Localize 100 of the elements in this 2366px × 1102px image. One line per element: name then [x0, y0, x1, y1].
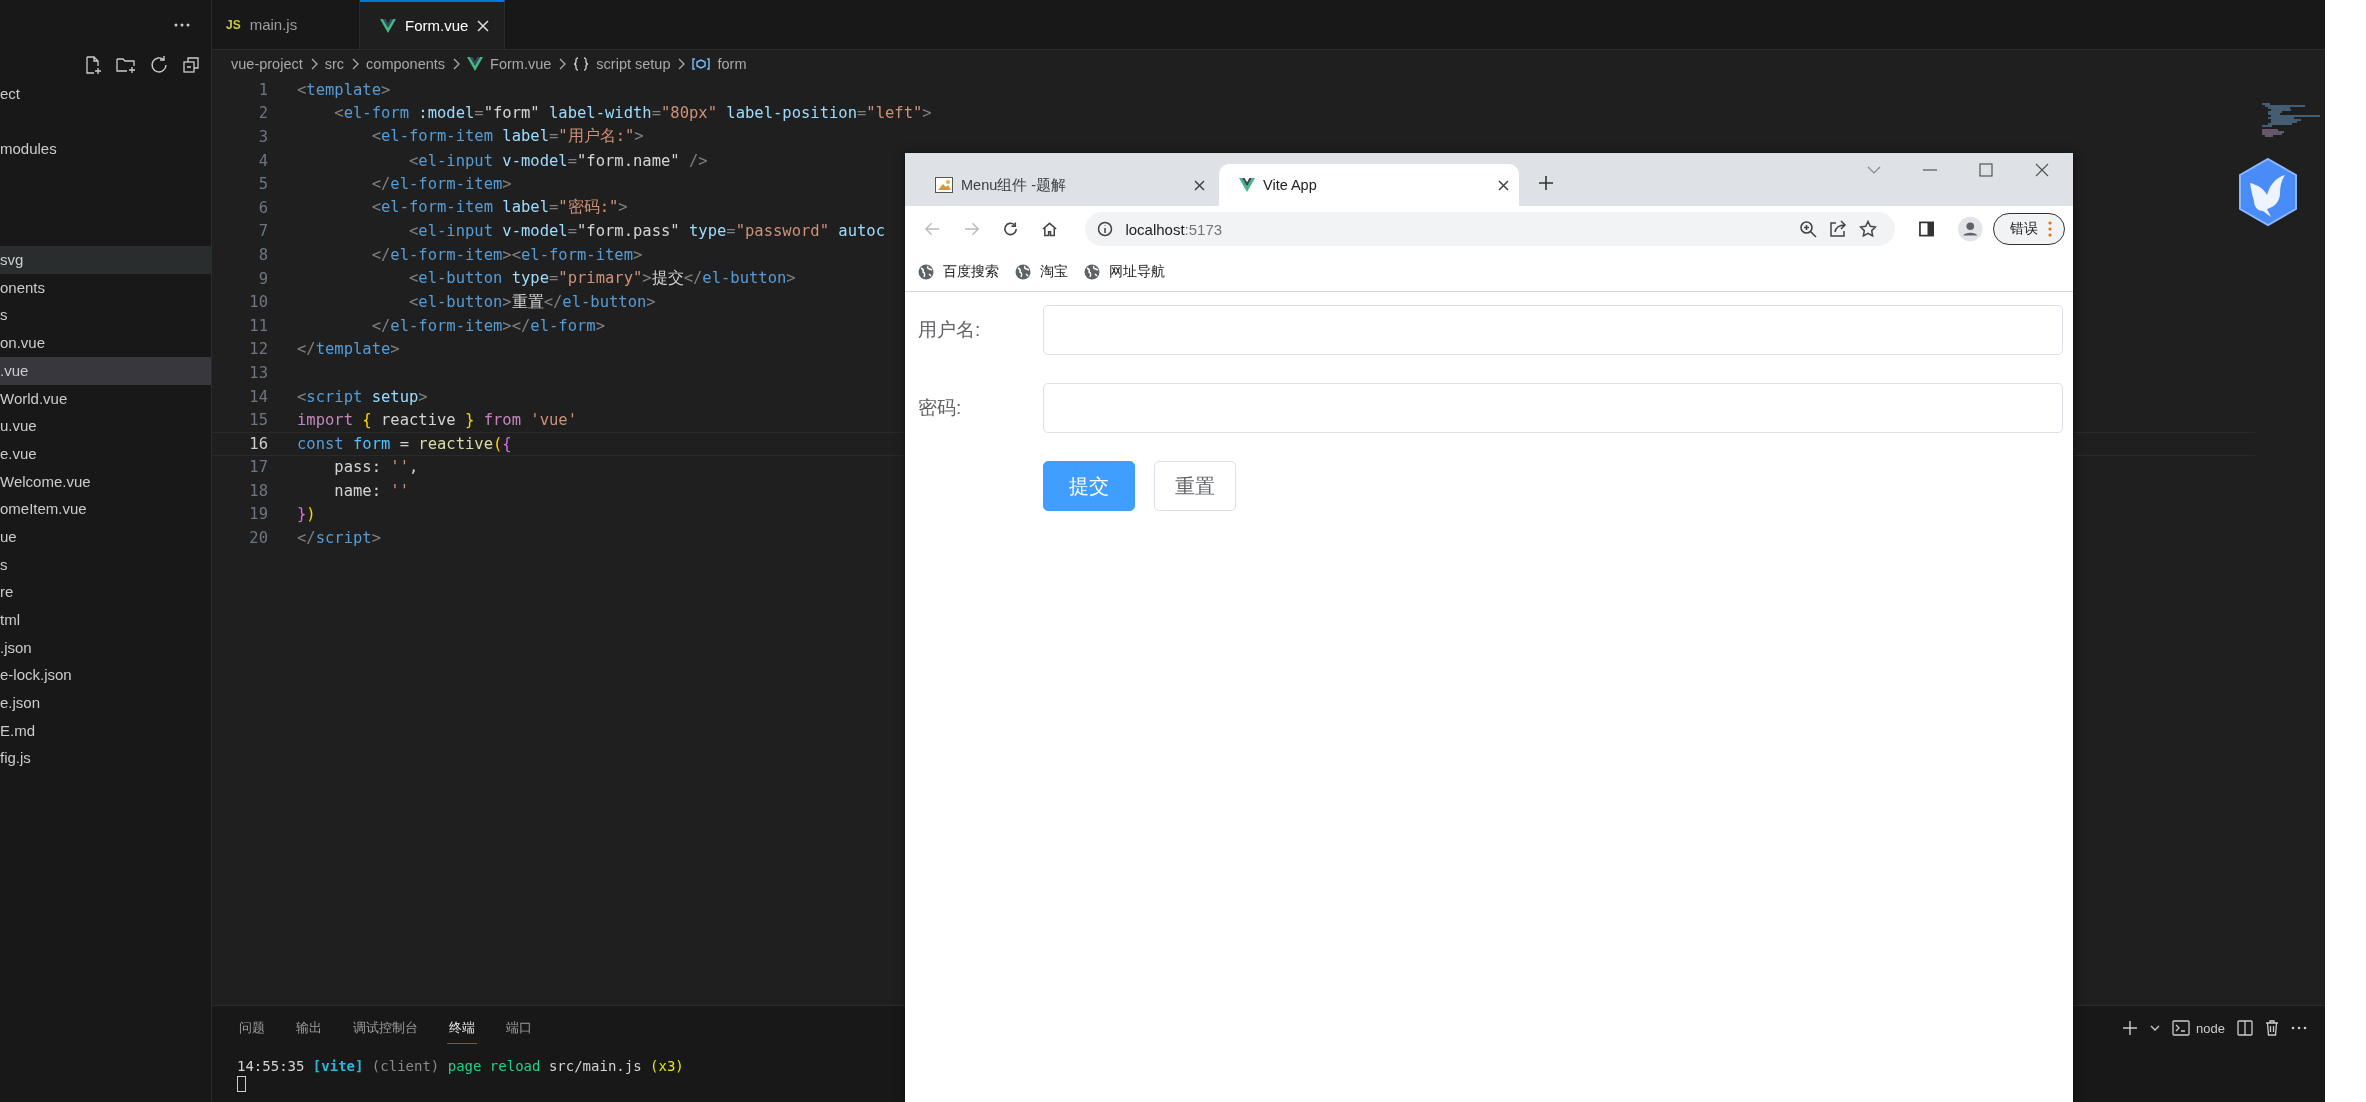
file-tree-item[interactable]: ue — [0, 522, 211, 551]
chevron-icon — [558, 58, 567, 70]
file-tree-item[interactable]: modules — [0, 135, 211, 164]
terminal-name[interactable]: node — [2196, 1020, 2225, 1036]
input-field[interactable] — [1043, 383, 2063, 433]
file-tree-item[interactable]: ect — [0, 80, 211, 108]
code-line: <el-button>重置</el-button> — [407, 291, 656, 313]
code-line: <el-button type="primary">提交</el-button> — [407, 268, 796, 290]
file-tree-item[interactable]: s — [0, 301, 211, 330]
panel-tab[interactable]: 端口 — [504, 1012, 534, 1044]
code-line: </template> — [297, 340, 400, 359]
file-tree-item[interactable]: .json — [0, 633, 211, 662]
terminal-icon — [2172, 1020, 2191, 1036]
collapse-icon[interactable] — [181, 55, 201, 75]
code-line: <el-form-item label="用户名:"> — [370, 126, 644, 148]
bookmark-link[interactable]: 百度搜索 — [943, 262, 999, 281]
breadcrumb-item[interactable]: form — [717, 56, 747, 72]
code-line: }) — [297, 505, 316, 524]
new-file-icon[interactable] — [83, 55, 103, 75]
form-label: 用户名: — [918, 318, 982, 342]
vue-favicon-icon — [1239, 178, 1255, 192]
file-tree-item[interactable]: tml — [0, 606, 211, 634]
refresh-icon[interactable] — [149, 55, 169, 75]
line-number: 6 — [257, 198, 268, 217]
star-icon[interactable] — [1859, 220, 1878, 238]
panel-tab[interactable]: 调试控制台 — [351, 1012, 420, 1044]
vue-file-icon — [467, 57, 484, 71]
bookmark-link[interactable]: 淘宝 — [1040, 262, 1068, 281]
browser-tab[interactable]: Vite App — [1219, 164, 1519, 206]
breadcrumb-item[interactable]: components — [366, 56, 446, 72]
breadcrumb-item[interactable]: src — [324, 56, 345, 72]
bookmark-link[interactable]: 网址导航 — [1109, 262, 1165, 281]
code-line: name: '' — [333, 481, 409, 500]
code-line: </el-form-item></el-form> — [370, 316, 605, 335]
browser-tab[interactable]: Menu组件 -题解 — [925, 164, 1215, 206]
address-bar[interactable]: localhost:5173 — [1085, 212, 1896, 246]
code-line: </el-form-item> — [370, 175, 512, 194]
editor-tab[interactable]: Form.vue — [360, 0, 505, 49]
file-tree-item[interactable]: World.vue — [0, 384, 211, 413]
breadcrumb-item[interactable]: script setup — [596, 56, 671, 72]
file-tree-item[interactable]: E.md — [0, 716, 211, 745]
file-tree-item[interactable]: .vue — [0, 356, 211, 385]
line-number: 9 — [257, 269, 268, 288]
more-icon[interactable] — [2291, 1026, 2307, 1030]
maximize-icon[interactable] — [1979, 163, 1993, 177]
form-label: 密码: — [918, 396, 963, 420]
file-tree-item[interactable]: e.vue — [0, 439, 211, 468]
split-icon[interactable] — [2237, 1020, 2253, 1036]
file-tree-item[interactable]: svg — [0, 246, 211, 274]
file-tree-item[interactable]: on.vue — [0, 329, 211, 357]
new-folder-icon[interactable] — [115, 55, 137, 75]
line-number: 20 — [248, 529, 268, 548]
panel-tab[interactable]: 终端 — [447, 1012, 477, 1044]
file-tree-item[interactable]: e-lock.json — [0, 661, 211, 690]
line-number: 4 — [257, 151, 268, 170]
add-icon[interactable] — [2122, 1020, 2139, 1036]
share-icon[interactable] — [1829, 220, 1848, 238]
line-number: 12 — [248, 340, 268, 359]
profile-error-button[interactable]: 错误 — [1993, 213, 2065, 245]
code-line: const form = reactive({ — [297, 434, 512, 453]
line-number: 17 — [248, 458, 268, 477]
file-tree-item[interactable]: omeItem.vue — [0, 495, 211, 523]
globe-icon — [1084, 263, 1100, 280]
line-number: 19 — [248, 505, 268, 524]
breadcrumb-item[interactable]: Form.vue — [490, 56, 552, 72]
file-tree-item[interactable]: s — [0, 550, 211, 579]
line-number: 1 — [257, 80, 268, 99]
code-line: <script setup> — [297, 387, 428, 406]
info-icon[interactable] — [1097, 221, 1114, 237]
panel-tab[interactable]: 输出 — [294, 1012, 324, 1044]
close-icon[interactable] — [1194, 179, 1205, 191]
zoom-icon[interactable] — [1799, 220, 1818, 238]
breadcrumb-item[interactable]: vue-project — [231, 56, 303, 72]
panel-tab[interactable]: 问题 — [237, 1012, 267, 1044]
side-panel-icon[interactable] — [1919, 221, 1935, 237]
variable-icon — [692, 57, 711, 71]
line-number: 13 — [248, 363, 268, 382]
menu-dots-icon — [2048, 221, 2052, 237]
vue-file-icon — [380, 18, 396, 33]
reset-button[interactable]: 重置 — [1154, 461, 1236, 511]
file-tree-item[interactable]: e.json — [0, 689, 211, 717]
file-tree-item[interactable]: re — [0, 578, 211, 606]
minimap[interactable] — [2260, 103, 2320, 137]
file-tree-item[interactable]: onents — [0, 273, 211, 302]
reload-icon[interactable] — [1003, 221, 1019, 237]
close-icon[interactable] — [2035, 163, 2049, 177]
more-icon[interactable] — [174, 23, 190, 27]
code-line: import { reactive } from 'vue' — [297, 411, 577, 430]
code-line: </script> — [297, 529, 381, 548]
close-icon[interactable] — [1498, 179, 1509, 191]
file-tree-item[interactable]: u.vue — [0, 412, 211, 440]
avatar-icon[interactable] — [1958, 216, 1983, 242]
trash-icon[interactable] — [2265, 1020, 2279, 1036]
home-icon[interactable] — [1042, 221, 1058, 237]
file-tree-item[interactable]: Welcome.vue — [0, 467, 211, 496]
new-tab-icon[interactable] — [1539, 175, 1553, 190]
file-tree-item[interactable]: fig.js — [0, 744, 211, 773]
line-number: 16 — [248, 434, 268, 453]
input-field[interactable] — [1043, 305, 2063, 355]
chevron-down-icon[interactable] — [2150, 1024, 2161, 1032]
